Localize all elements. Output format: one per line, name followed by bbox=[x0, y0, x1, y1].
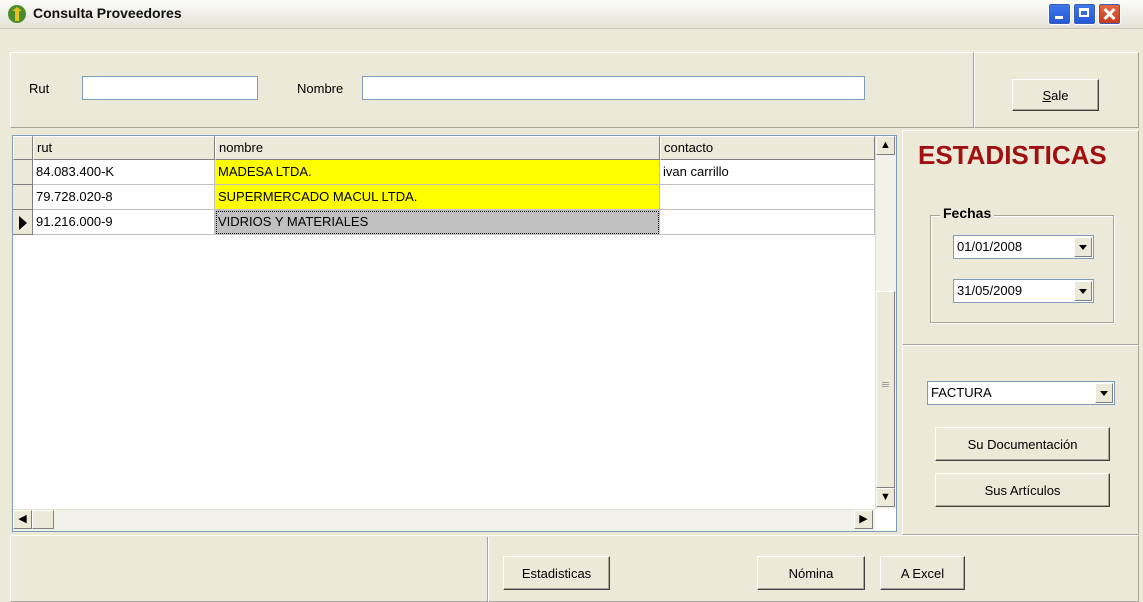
cell-rut[interactable]: 84.083.400-K bbox=[33, 160, 215, 185]
row-selector[interactable] bbox=[13, 210, 33, 235]
cell-rut[interactable]: 79.728.020-8 bbox=[33, 185, 215, 210]
sus-articulos-button[interactable]: Sus Artículos bbox=[935, 473, 1110, 507]
grid-corner bbox=[13, 136, 33, 160]
current-row-pointer-icon bbox=[19, 216, 27, 230]
nomina-label: Nómina bbox=[788, 565, 834, 581]
cell-nombre[interactable]: MADESA LTDA. bbox=[215, 160, 660, 185]
scroll-right-icon[interactable]: ▶ bbox=[854, 510, 873, 529]
column-header-nombre[interactable]: nombre bbox=[215, 136, 660, 160]
su-documentacion-button[interactable]: Su Documentación bbox=[935, 427, 1110, 461]
excel-button[interactable]: A Excel bbox=[880, 556, 965, 590]
column-header-rut[interactable]: rut bbox=[33, 136, 215, 160]
table-row[interactable]: 79.728.020-8 SUPERMERCADO MACUL LTDA. bbox=[13, 185, 875, 210]
su-documentacion-label: Su Documentación bbox=[967, 436, 1078, 452]
nombre-label: Nombre bbox=[297, 81, 344, 96]
sus-articulos-label: Sus Artículos bbox=[984, 482, 1061, 498]
window-title: Consulta Proveedores bbox=[33, 5, 182, 21]
estadisticas-label: Estadisticas bbox=[521, 565, 592, 581]
sale-button[interactable]: Sale bbox=[1012, 79, 1099, 111]
cell-contacto[interactable] bbox=[660, 185, 875, 210]
row-selector[interactable] bbox=[13, 185, 33, 210]
title-bar[interactable]: Consulta Proveedores bbox=[0, 0, 1143, 29]
nombre-input[interactable] bbox=[362, 76, 865, 100]
rut-label: Rut bbox=[29, 81, 50, 96]
chevron-down-icon[interactable] bbox=[1095, 383, 1113, 403]
main-window: Consulta Proveedores Rut Nombre Sale rut… bbox=[0, 0, 1143, 602]
chevron-down-icon[interactable] bbox=[1074, 281, 1092, 301]
row-selector[interactable] bbox=[13, 160, 33, 185]
fecha-hasta-picker[interactable]: 31/05/2009 bbox=[953, 279, 1094, 303]
estadisticas-button[interactable]: Estadisticas bbox=[503, 556, 610, 590]
cell-contacto[interactable] bbox=[660, 210, 875, 235]
cell-nombre[interactable]: VIDRIOS Y MATERIALES bbox=[215, 210, 660, 235]
doc-type-select[interactable]: FACTURA bbox=[927, 381, 1115, 405]
scroll-left-icon[interactable]: ◀ bbox=[13, 510, 32, 529]
scroll-thumb[interactable] bbox=[876, 291, 895, 488]
bottom-divider bbox=[487, 537, 488, 602]
column-header-contacto[interactable]: contacto bbox=[660, 136, 875, 160]
app-icon bbox=[8, 5, 26, 23]
fechas-groupbox bbox=[930, 215, 1114, 323]
maximize-icon[interactable] bbox=[1073, 3, 1096, 25]
grid-header: rut nombre contacto bbox=[13, 136, 875, 160]
stats-title: ESTADISTICAS bbox=[918, 140, 1107, 170]
close-icon[interactable] bbox=[1098, 3, 1121, 25]
sale-button-label: Sale bbox=[1042, 87, 1069, 103]
scroll-up-icon[interactable]: ▲ bbox=[876, 136, 895, 155]
nomina-button[interactable]: Nómina bbox=[757, 556, 865, 590]
scroll-down-icon[interactable]: ▼ bbox=[876, 488, 895, 507]
horizontal-scrollbar[interactable]: ◀ ▶ bbox=[13, 509, 875, 531]
doc-type-value: FACTURA bbox=[931, 385, 992, 400]
chevron-down-icon[interactable] bbox=[1074, 237, 1092, 257]
table-row[interactable]: 84.083.400-K MADESA LTDA. ivan carrillo bbox=[13, 160, 875, 185]
vertical-scrollbar[interactable]: ▲ ▼ bbox=[875, 136, 896, 509]
rut-input[interactable] bbox=[82, 76, 258, 100]
minimize-icon[interactable] bbox=[1048, 3, 1071, 25]
fecha-hasta-value: 31/05/2009 bbox=[957, 283, 1023, 298]
table-row[interactable]: 91.216.000-9 VIDRIOS Y MATERIALES bbox=[13, 210, 875, 235]
providers-grid[interactable]: rut nombre contacto 84.083.400-K MADESA … bbox=[12, 135, 897, 532]
fechas-label: Fechas bbox=[940, 205, 995, 221]
excel-label: A Excel bbox=[900, 565, 945, 581]
fecha-desde-picker[interactable]: 01/01/2008 bbox=[953, 235, 1094, 259]
cell-contacto[interactable]: ivan carrillo bbox=[660, 160, 875, 185]
cell-nombre[interactable]: SUPERMERCADO MACUL LTDA. bbox=[215, 185, 660, 210]
hscroll-thumb[interactable] bbox=[32, 510, 54, 529]
fecha-desde-value: 01/01/2008 bbox=[957, 239, 1023, 254]
cell-rut[interactable]: 91.216.000-9 bbox=[33, 210, 215, 235]
